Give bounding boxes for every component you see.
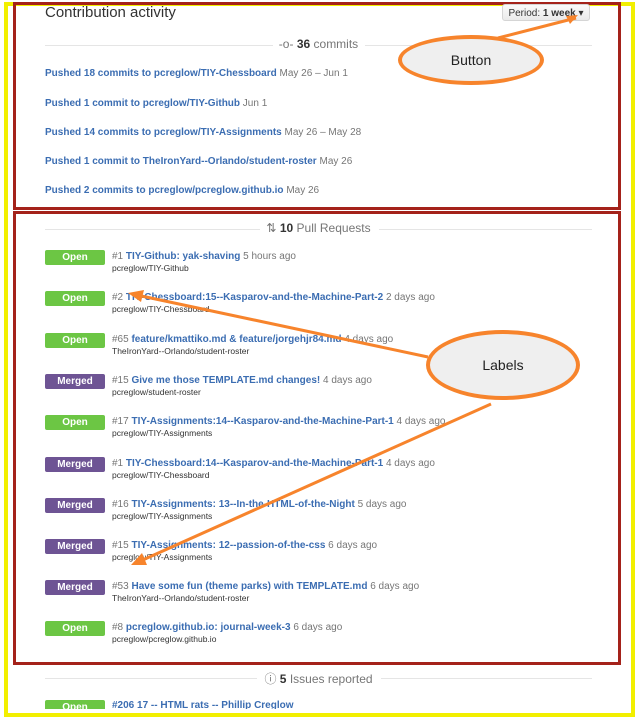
arrow-to-merged-label: [135, 402, 492, 565]
arrowhead-open: [128, 290, 144, 302]
annotation-bubble-labels: Labels: [426, 330, 580, 400]
arrow-to-button: [497, 16, 577, 40]
arrowhead-button: [566, 15, 578, 24]
annotation-bubble-button: Button: [398, 35, 544, 85]
arrow-to-open-label: [131, 292, 429, 359]
